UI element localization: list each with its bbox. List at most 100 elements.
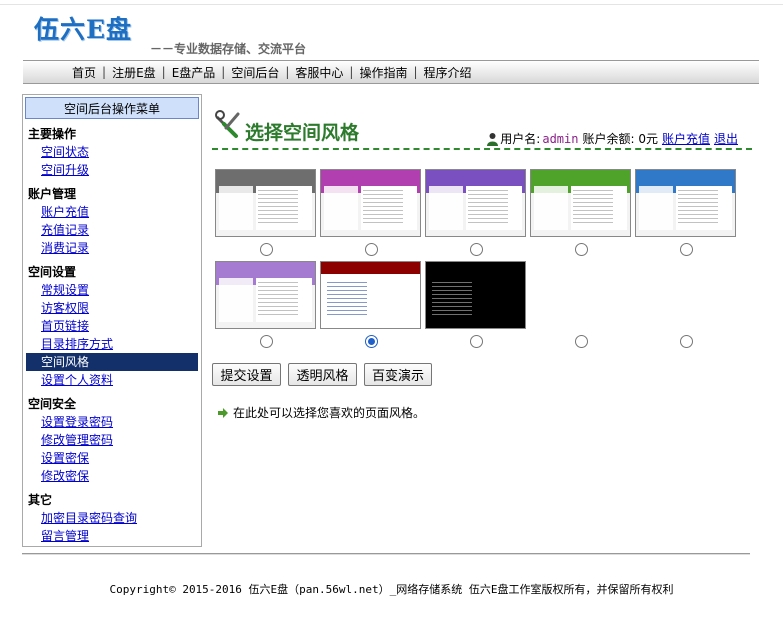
menu-group-account: 账户管理 账户充值 充值记录 消费记录 [23,186,201,257]
logo-text: 伍六E盘 [34,15,133,44]
theme-panel [219,278,253,322]
theme-panel [639,186,673,230]
theme-thumbnail[interactable] [215,261,316,329]
footer-divider [22,553,750,555]
group-title: 账户管理 [28,187,77,201]
theme-header-bar [216,262,315,274]
theme-radio[interactable] [470,335,483,348]
menu-dir-sort[interactable]: 目录排序方式 [23,335,201,353]
username-label: 用户名: [500,132,541,146]
theme-thumbnail[interactable] [425,169,526,237]
theme-thumbnail[interactable] [425,261,526,329]
theme-lines [468,190,508,226]
copyright-text: Copyright© 2015-2016 伍六E盘（pan.56wl.net）_… [109,583,674,596]
group-title: 空间设置 [28,265,77,279]
page-title: 选择空间风格 [245,122,360,144]
theme-lines [363,190,403,226]
recharge-link[interactable]: 账户充值 [662,130,710,147]
menu-recharge-log[interactable]: 充值记录 [23,221,201,239]
theme-header-bar [636,170,735,182]
group-title: 其它 [28,493,53,507]
nav-home[interactable]: 首页 [66,64,102,81]
nav-admin[interactable]: 空间后台 [225,64,285,81]
menu-guestbook[interactable]: 留言管理 [23,527,201,545]
menu-recharge[interactable]: 账户充值 [23,203,201,221]
theme-header-bar [531,170,630,182]
arrow-right-icon [218,407,228,418]
theme-thumbnail[interactable] [635,169,736,237]
theme-lines [678,190,718,226]
theme-radio[interactable] [680,243,693,256]
logo[interactable]: 伍六E盘 [34,12,132,46]
theme-lines [573,190,613,226]
username-value: admin [542,131,579,146]
theme-header-bar [321,170,420,182]
menu-group-security: 空间安全 设置登录密码 修改管理密码 设置密保 修改密保 [23,396,201,485]
theme-header-bar [216,170,315,182]
theme-radio[interactable] [260,335,273,348]
sidebar-header: 空间后台操作菜单 [25,97,199,119]
sidebar: 空间后台操作菜单 主要操作 空间状态 空间升级 账户管理 账户充值 充值记录 消… [22,94,202,547]
logout-link[interactable]: 退出 [714,130,738,147]
theme-thumbnail[interactable] [215,169,316,237]
top-divider [0,4,783,5]
nav-register[interactable]: 注册E盘 [106,64,162,81]
menu-group-settings: 空间设置 常规设置 访客权限 首页链接 目录排序方式 空间风格 设置个人资料 [23,264,201,389]
menu-login-password[interactable]: 设置登录密码 [23,413,201,431]
theme-radio[interactable] [365,243,378,256]
nav-support[interactable]: 客服中心 [289,64,349,81]
theme-lines [432,282,472,318]
transparent-style-button[interactable]: 透明风格 [288,363,357,386]
theme-panel [429,186,463,230]
theme-lines [258,190,298,226]
submit-settings-button[interactable]: 提交设置 [212,363,281,386]
theme-thumbnail[interactable] [530,169,631,237]
menu-group-other: 其它 加密目录密码查询 留言管理 [23,492,201,545]
theme-radio[interactable] [365,335,378,348]
theme-header-bar [426,170,525,182]
nav-guide[interactable]: 操作指南 [353,64,413,81]
menu-space-style[interactable]: 空间风格 [26,353,198,371]
theme-radio[interactable] [575,243,588,256]
user-info: 用户名: admin 账户余额: 0元 账户充值 退出 [487,130,738,147]
title-row: 选择空间风格 用户名: admin 账户余额: 0元 账户充值 退出 [212,110,752,150]
balance-text: 账户余额: 0元 [582,132,658,146]
theme-lines [258,282,298,318]
theme-lines [327,282,367,318]
wrench-screwdriver-icon [215,110,240,138]
menu-home-links[interactable]: 首页链接 [23,317,201,335]
theme-panel [534,186,568,230]
group-title: 空间安全 [28,397,77,411]
menu-space-upgrade[interactable]: 空间升级 [23,161,201,179]
menu-space-status[interactable]: 空间状态 [23,143,201,161]
theme-radio[interactable] [575,335,588,348]
hint-row: 在此处可以选择您喜欢的页面风格。 [218,404,425,421]
slogan: －－专业数据存储、交流平台 [150,42,307,56]
menu-group-main: 主要操作 空间状态 空间升级 [23,126,201,179]
menu-set-security-q[interactable]: 设置密保 [23,449,201,467]
menu-profile[interactable]: 设置个人资料 [23,371,201,389]
menu-visitor-permissions[interactable]: 访客权限 [23,299,201,317]
theme-panel [324,186,358,230]
demo-button[interactable]: 百变演示 [364,363,432,386]
nav-about[interactable]: 程序介绍 [418,64,478,81]
theme-radio[interactable] [680,335,693,348]
menu-edit-security-q[interactable]: 修改密保 [23,467,201,485]
menu-spending-log[interactable]: 消费记录 [23,239,201,257]
nav-products[interactable]: E盘产品 [166,64,222,81]
theme-radio[interactable] [470,243,483,256]
hint-text: 在此处可以选择您喜欢的页面风格。 [233,406,426,420]
main-nav: 首页 | 注册E盘 | E盘产品 | 空间后台 | 客服中心 | 操作指南 | 程序介绍 [23,60,759,84]
menu-admin-password[interactable]: 修改管理密码 [23,431,201,449]
user-icon [487,132,499,146]
theme-thumbnail[interactable] [320,261,421,329]
menu-encrypted-dir-lookup[interactable]: 加密目录密码查询 [23,509,201,527]
theme-header-bar [321,262,420,274]
theme-panel [219,186,253,230]
theme-header-bar [426,262,525,274]
theme-thumbnail[interactable] [320,169,421,237]
footer: Copyright© 2015-2016 伍六E盘（pan.56wl.net）_… [0,581,783,597]
theme-radio[interactable] [260,243,273,256]
group-title: 主要操作 [28,127,77,141]
menu-general-settings[interactable]: 常规设置 [23,281,201,299]
